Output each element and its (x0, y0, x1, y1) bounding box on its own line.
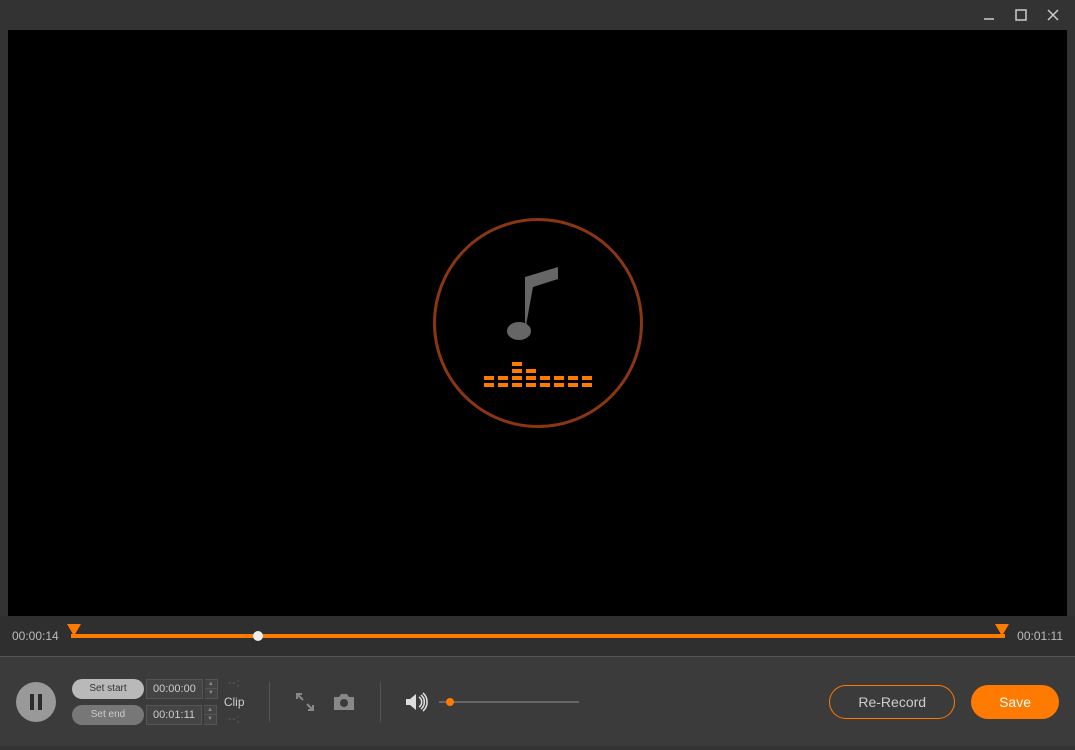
start-time-field[interactable]: 00:00:00 (146, 679, 203, 699)
maximize-button[interactable] (1009, 3, 1033, 27)
music-note-icon (503, 259, 573, 349)
start-time-spinner: ▲ ▼ (205, 679, 218, 699)
clip-bracket-top: --; (228, 679, 240, 689)
minimize-icon (982, 8, 996, 22)
equalizer-icon (484, 361, 592, 387)
clip-label[interactable]: Clip (224, 695, 245, 709)
end-time-up[interactable]: ▲ (204, 706, 216, 715)
controls-bar: Set start 00:00:00 ▲ ▼ Set end 00:01:11 … (0, 656, 1075, 746)
timeline-row: 00:00:14 00:01:11 (0, 616, 1075, 656)
pause-icon (30, 694, 34, 710)
volume-icon (405, 692, 429, 712)
volume-button[interactable] (405, 692, 429, 712)
end-time-down[interactable]: ▼ (204, 715, 216, 724)
music-placeholder (433, 218, 643, 428)
volume-slider[interactable] (439, 701, 579, 703)
pause-button[interactable] (16, 682, 56, 722)
set-end-button[interactable]: Set end (72, 705, 144, 725)
clip-bracket-bottom: --; (228, 715, 240, 725)
end-time-field[interactable]: 00:01:11 (146, 705, 202, 725)
fullscreen-button[interactable] (294, 691, 316, 713)
close-button[interactable] (1041, 3, 1065, 27)
set-start-button[interactable]: Set start (72, 679, 144, 699)
minimize-button[interactable] (977, 3, 1001, 27)
rerecord-button[interactable]: Re-Record (829, 685, 955, 719)
playhead[interactable] (253, 631, 263, 641)
volume-knob[interactable] (446, 698, 454, 706)
divider (380, 682, 381, 722)
fullscreen-icon (294, 691, 316, 713)
volume-control (405, 692, 579, 712)
divider (269, 682, 270, 722)
close-icon (1046, 8, 1060, 22)
start-time-up[interactable]: ▲ (205, 680, 217, 689)
end-time-spinner: ▲ ▼ (204, 705, 217, 725)
timeline-bar (71, 634, 1005, 638)
pause-icon (38, 694, 42, 710)
titlebar (0, 0, 1075, 30)
clip-end-marker[interactable] (995, 624, 1009, 636)
clip-start-marker[interactable] (67, 624, 81, 636)
maximize-icon (1014, 8, 1028, 22)
timeline-track[interactable] (71, 621, 1005, 651)
save-button[interactable]: Save (971, 685, 1059, 719)
preview-area (8, 30, 1067, 616)
clip-controls: Set start 00:00:00 ▲ ▼ Set end 00:01:11 … (72, 679, 245, 725)
screenshot-button[interactable] (332, 692, 356, 712)
total-time-label: 00:01:11 (1017, 629, 1063, 643)
current-time-label: 00:00:14 (12, 629, 59, 643)
camera-icon (332, 692, 356, 712)
start-time-down[interactable]: ▼ (205, 689, 217, 698)
